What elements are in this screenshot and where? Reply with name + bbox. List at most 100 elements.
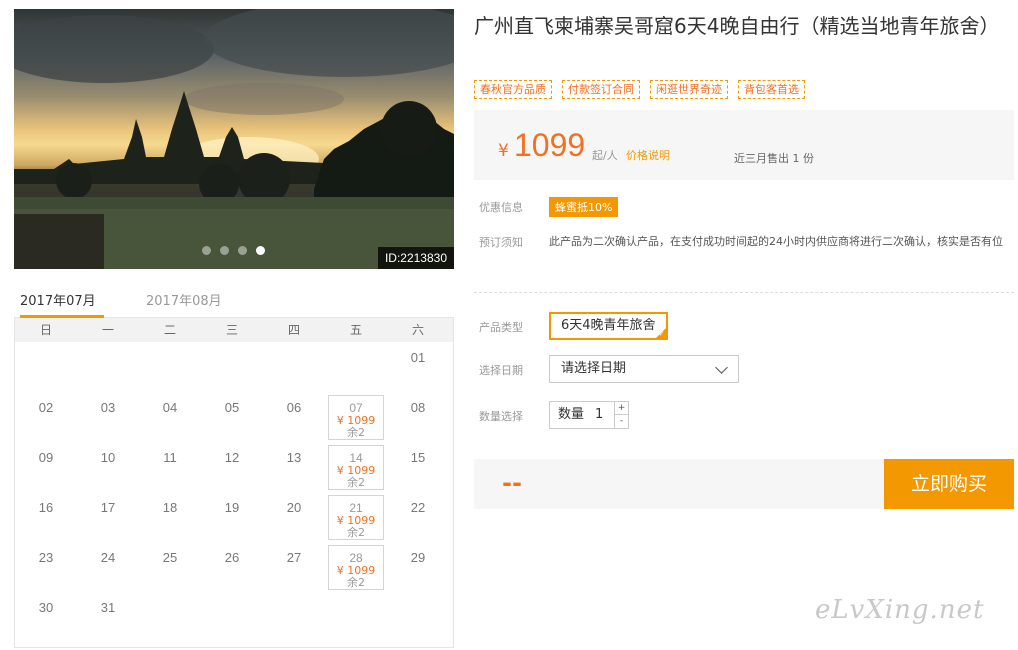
weekday-label: 五 [349,323,362,337]
discount-label: 优惠信息 [479,201,523,214]
calendar-empty-cell [77,342,139,392]
calendar-day: 25 [139,542,201,592]
calendar-day: 31 [77,592,139,642]
day-number: 07 [349,401,363,415]
quantity-text: 数量 [558,407,585,422]
weekday-label: 二 [163,323,176,337]
day-number: 14 [349,451,363,465]
image-id-badge: ID:2213830 [377,247,454,269]
calendar-day: 16 [15,492,77,542]
day-number: 16 [38,500,54,515]
day-number: 12 [224,450,240,465]
site-watermark: eLvXing.net [815,595,985,625]
weekday-label: 四 [287,323,300,337]
day-number: 10 [100,450,116,465]
day-number: 19 [224,500,240,515]
weekday-label: 六 [411,323,424,337]
carousel-dot[interactable] [256,246,265,255]
weekday-label: 一 [101,323,114,337]
month-tabs: 2017年07月 2017年08月 [14,284,454,318]
quantity-value[interactable]: 1 [595,402,603,428]
day-number: 03 [100,400,116,415]
day-number: 04 [162,400,178,415]
day-number: 15 [410,450,426,465]
quantity-label: 数量选择 [479,410,523,423]
date-calendar: 日 一 二 三 四 五 六 01 02 03 04 05 06 07 ¥ 1099 余2 08 09 10 11 12… [14,318,454,648]
carousel-dot[interactable] [220,246,229,255]
tab-2017-08[interactable]: 2017年08月 [146,290,222,318]
quantity-minus-button[interactable]: - [615,415,628,428]
day-number: 30 [38,600,54,615]
weekday-label: 三 [225,323,238,337]
calendar-day-available[interactable]: 28 ¥ 1099 余2 [328,545,384,590]
day-number: 27 [286,550,302,565]
product-type-label: 产品类型 [479,321,523,334]
day-number: 17 [100,500,116,515]
calendar-day: 03 [77,392,139,442]
calendar-empty-cell [263,342,325,392]
calendar-day: 11 [139,442,201,492]
product-tags: 春秋官方品质 付款签订合同 闲逛世界奇迹 背包客首选 [474,80,805,99]
calendar-empty-cell [325,592,387,642]
feature-tag: 闲逛世界奇迹 [650,80,728,99]
carousel-dot[interactable] [202,246,211,255]
day-number: 22 [410,500,426,515]
calendar-grid: 01 02 03 04 05 06 07 ¥ 1099 余2 08 09 10 11 12 13 14 ¥ 10… [15,342,453,642]
calendar-day: 06 [263,392,325,442]
day-number: 31 [100,600,116,615]
tab-2017-07[interactable]: 2017年07月 [20,290,104,318]
calendar-day-available[interactable]: 07 ¥ 1099 余2 [328,395,384,440]
calendar-day-available[interactable]: 14 ¥ 1099 余2 [328,445,384,490]
calendar-empty-cell [15,342,77,392]
date-select-placeholder: 请选择日期 [561,361,627,376]
day-number: 11 [163,450,177,465]
product-photo[interactable]: ID:2213830 [14,9,454,269]
calendar-day: 23 [15,542,77,592]
calendar-empty-cell [139,592,201,642]
calendar-empty-cell [201,592,263,642]
carousel-dot[interactable] [238,246,247,255]
day-remaining: 余2 [347,426,365,439]
day-number: 26 [224,550,240,565]
day-number: 13 [286,450,302,465]
date-select[interactable]: 请选择日期 [549,355,739,383]
calendar-day: 12 [201,442,263,492]
notice-label: 预订须知 [479,236,523,249]
calendar-empty-cell [325,342,387,392]
day-number: 06 [286,400,302,415]
price-unit: 起/人 [592,149,618,162]
chevron-down-icon [715,361,728,374]
calendar-day: 02 [15,392,77,442]
day-number: 28 [349,551,363,565]
calendar-day: 26 [201,542,263,592]
day-number: 18 [162,500,178,515]
calendar-day: 30 [15,592,77,642]
calendar-day: 29 [387,542,449,592]
calendar-day: 20 [263,492,325,542]
calendar-empty-cell [387,592,449,642]
feature-tag: 付款签订合同 [562,80,640,99]
day-number: 09 [38,450,54,465]
quantity-plus-button[interactable]: + [615,402,628,415]
calendar-day: 15 [387,442,449,492]
total-price: -- [502,469,522,497]
calendar-day: 08 [387,392,449,442]
calendar-day: 24 [77,542,139,592]
calendar-day: 19 [201,492,263,542]
calendar-day: 13 [263,442,325,492]
stepper-buttons: + - [614,402,628,428]
check-icon: ✓ [658,330,665,338]
day-number: 02 [38,400,54,415]
day-number: 21 [349,501,363,515]
price-explanation-link[interactable]: 价格说明 [626,147,670,163]
product-type-option[interactable]: 6天4晚青年旅舍 ✓ [549,312,668,340]
calendar-empty-cell [201,342,263,392]
feature-tag: 春秋官方品质 [474,80,552,99]
calendar-day: 22 [387,492,449,542]
calendar-empty-cell [139,342,201,392]
buy-now-button[interactable]: 立即购买 [884,459,1014,509]
calendar-empty-cell [263,592,325,642]
quantity-stepper[interactable]: 数量 1 + - [549,401,629,429]
calendar-day-available[interactable]: 21 ¥ 1099 余2 [328,495,384,540]
calendar-day: 09 [15,442,77,492]
